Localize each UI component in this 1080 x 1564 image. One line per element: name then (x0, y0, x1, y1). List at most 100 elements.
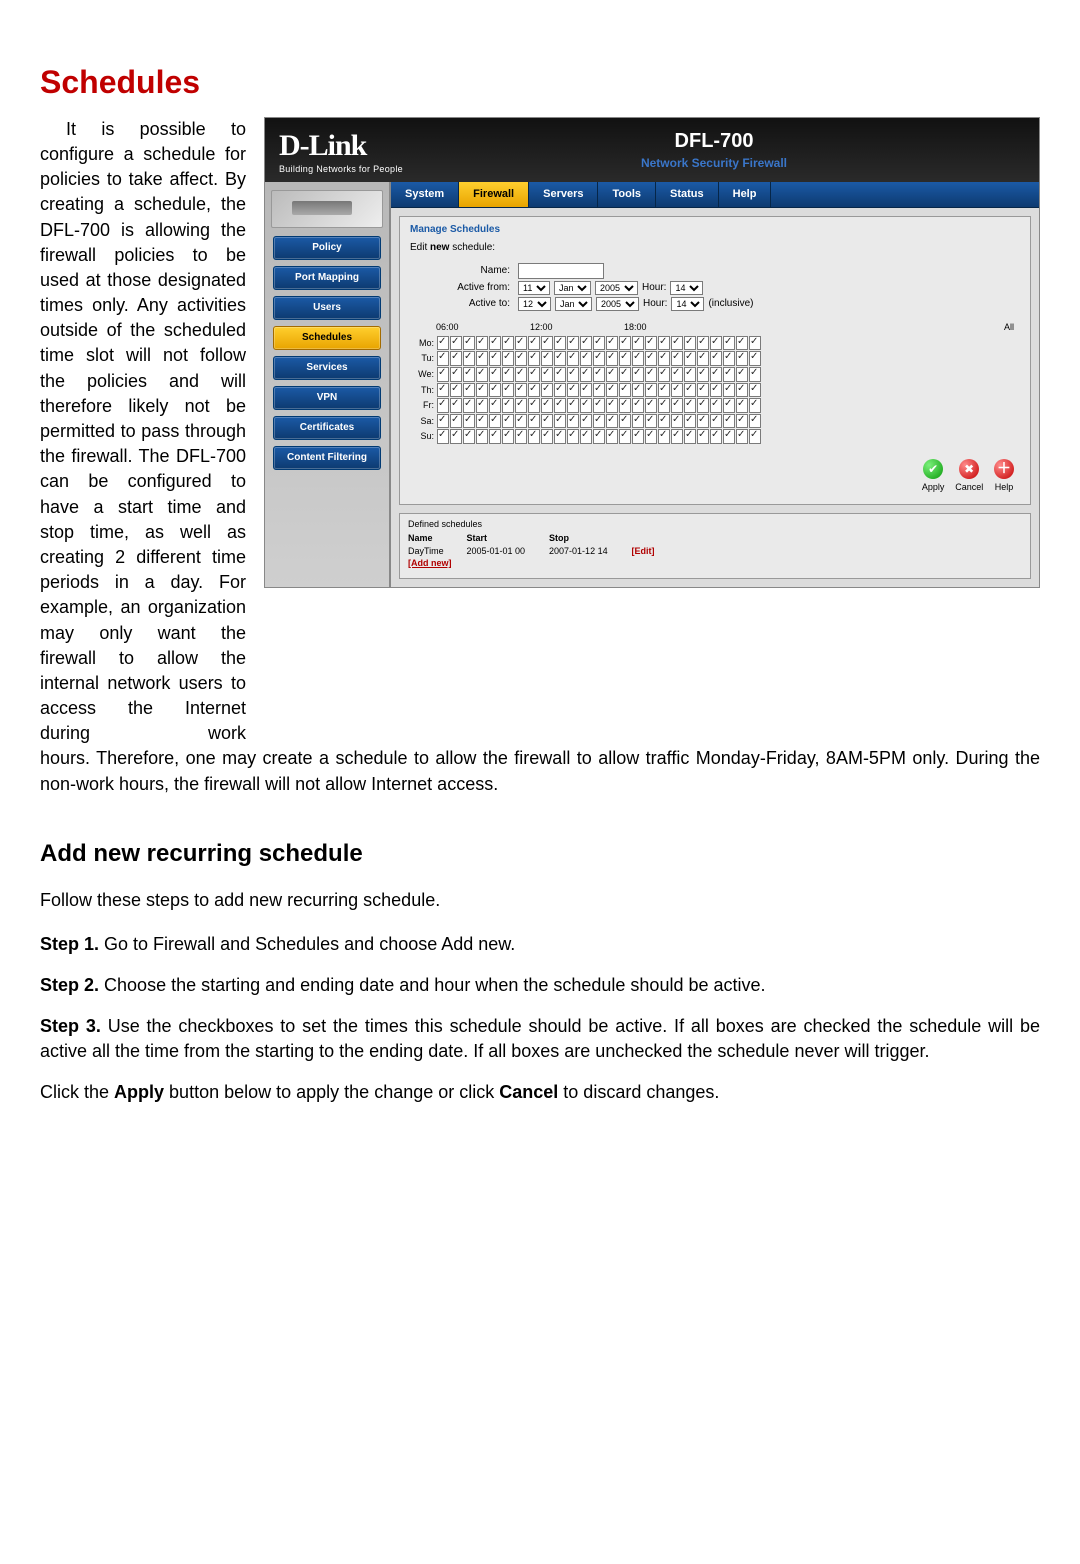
hour-checkbox[interactable] (528, 367, 540, 382)
hour-checkbox[interactable] (658, 336, 670, 351)
sidebar-item-vpn[interactable]: VPN (273, 386, 381, 410)
hour-checkbox[interactable] (437, 367, 449, 382)
hour-checkbox[interactable] (502, 351, 514, 366)
hour-checkbox[interactable] (658, 351, 670, 366)
hour-checkbox[interactable] (476, 414, 488, 429)
hour-checkbox[interactable] (593, 383, 605, 398)
hour-checkbox[interactable] (541, 398, 553, 413)
hour-checkbox[interactable] (450, 414, 462, 429)
hour-checkbox[interactable] (437, 383, 449, 398)
hour-checkbox[interactable] (489, 414, 501, 429)
hour-checkbox[interactable] (723, 367, 735, 382)
hour-checkbox[interactable] (632, 414, 644, 429)
hour-checkbox[interactable] (463, 429, 475, 444)
hour-checkbox[interactable] (567, 336, 579, 351)
hour-checkbox[interactable] (489, 383, 501, 398)
hour-checkbox[interactable] (697, 429, 709, 444)
hour-checkbox[interactable] (723, 429, 735, 444)
cancel-button[interactable]: Cancel (955, 459, 983, 494)
hour-checkbox[interactable] (671, 367, 683, 382)
hour-checkbox[interactable] (554, 367, 566, 382)
hour-checkbox[interactable] (580, 414, 592, 429)
hour-checkbox[interactable] (502, 398, 514, 413)
hour-checkbox[interactable] (476, 336, 488, 351)
hour-checkbox[interactable] (736, 367, 748, 382)
hour-checkbox[interactable] (606, 351, 618, 366)
hour-checkbox[interactable] (450, 367, 462, 382)
hour-checkbox[interactable] (645, 351, 657, 366)
hour-checkbox[interactable] (645, 398, 657, 413)
hour-checkbox[interactable] (697, 414, 709, 429)
hour-checkbox[interactable] (489, 367, 501, 382)
hour-checkbox[interactable] (528, 429, 540, 444)
hour-checkbox[interactable] (749, 414, 761, 429)
hour-checkbox[interactable] (606, 398, 618, 413)
hour-checkbox[interactable] (632, 367, 644, 382)
hour-checkbox[interactable] (749, 351, 761, 366)
hour-checkbox[interactable] (463, 367, 475, 382)
hour-checkbox[interactable] (554, 383, 566, 398)
hour-checkbox[interactable] (437, 336, 449, 351)
hour-checkbox[interactable] (541, 367, 553, 382)
from-day-select[interactable]: 11 (518, 281, 550, 295)
tab-system[interactable]: System (391, 182, 459, 208)
hour-checkbox[interactable] (684, 367, 696, 382)
hour-checkbox[interactable] (463, 383, 475, 398)
hour-checkbox[interactable] (593, 336, 605, 351)
hour-checkbox[interactable] (463, 351, 475, 366)
hour-checkbox[interactable] (502, 336, 514, 351)
hour-checkbox[interactable] (736, 398, 748, 413)
hour-checkbox[interactable] (632, 429, 644, 444)
sidebar-item-port-mapping[interactable]: Port Mapping (273, 266, 381, 290)
hour-checkbox[interactable] (645, 336, 657, 351)
hour-checkbox[interactable] (437, 398, 449, 413)
hour-checkbox[interactable] (684, 383, 696, 398)
hour-checkbox[interactable] (697, 367, 709, 382)
hour-checkbox[interactable] (749, 383, 761, 398)
hour-checkbox[interactable] (476, 367, 488, 382)
hour-checkbox[interactable] (567, 414, 579, 429)
hour-checkbox[interactable] (489, 351, 501, 366)
hour-checkbox[interactable] (515, 398, 527, 413)
hour-checkbox[interactable] (619, 429, 631, 444)
tab-help[interactable]: Help (719, 182, 772, 208)
hour-checkbox[interactable] (723, 398, 735, 413)
hour-checkbox[interactable] (437, 414, 449, 429)
hour-checkbox[interactable] (554, 414, 566, 429)
hour-checkbox[interactable] (502, 383, 514, 398)
hour-checkbox[interactable] (554, 429, 566, 444)
hour-checkbox[interactable] (671, 398, 683, 413)
hour-checkbox[interactable] (645, 367, 657, 382)
hour-checkbox[interactable] (684, 414, 696, 429)
hour-checkbox[interactable] (580, 383, 592, 398)
hour-checkbox[interactable] (658, 383, 670, 398)
sidebar-item-schedules[interactable]: Schedules (273, 326, 381, 350)
sidebar-item-content-filtering[interactable]: Content Filtering (273, 446, 381, 470)
apply-button[interactable]: Apply (922, 459, 945, 494)
hour-checkbox[interactable] (619, 367, 631, 382)
hour-checkbox[interactable] (632, 398, 644, 413)
hour-checkbox[interactable] (723, 336, 735, 351)
hour-checkbox[interactable] (567, 429, 579, 444)
hour-checkbox[interactable] (476, 398, 488, 413)
hour-checkbox[interactable] (619, 351, 631, 366)
hour-checkbox[interactable] (528, 336, 540, 351)
hour-checkbox[interactable] (554, 336, 566, 351)
hour-checkbox[interactable] (489, 429, 501, 444)
sidebar-item-certificates[interactable]: Certificates (273, 416, 381, 440)
hour-checkbox[interactable] (567, 398, 579, 413)
from-year-select[interactable]: 2005 (595, 281, 638, 295)
hour-checkbox[interactable] (697, 336, 709, 351)
hour-checkbox[interactable] (671, 429, 683, 444)
hour-checkbox[interactable] (567, 367, 579, 382)
hour-checkbox[interactable] (684, 429, 696, 444)
hour-checkbox[interactable] (593, 367, 605, 382)
hour-checkbox[interactable] (749, 429, 761, 444)
hour-checkbox[interactable] (528, 398, 540, 413)
hour-checkbox[interactable] (697, 351, 709, 366)
hour-checkbox[interactable] (736, 414, 748, 429)
hour-checkbox[interactable] (580, 336, 592, 351)
hour-checkbox[interactable] (736, 383, 748, 398)
hour-checkbox[interactable] (476, 383, 488, 398)
hour-checkbox[interactable] (619, 383, 631, 398)
